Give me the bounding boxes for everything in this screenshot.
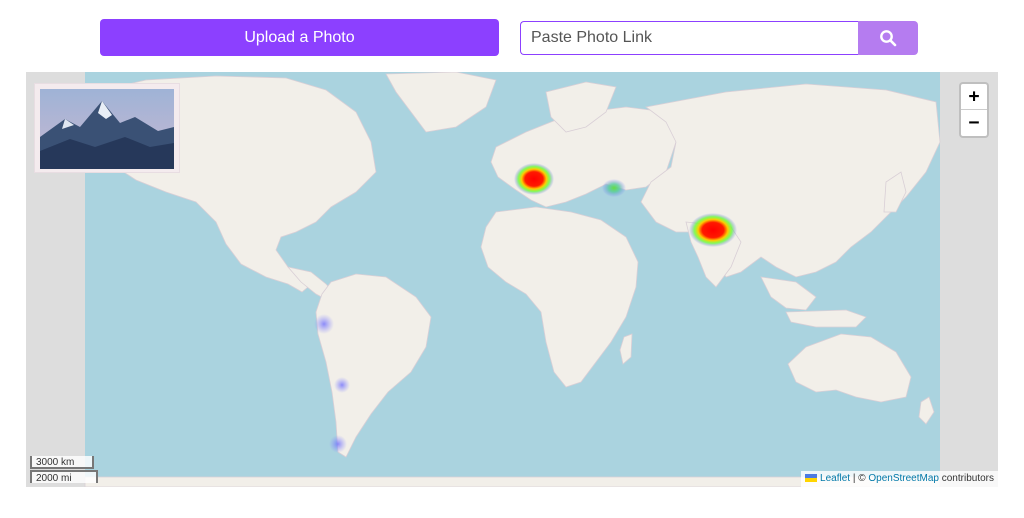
zoom-out-button[interactable]: −	[961, 110, 987, 136]
ukraine-flag-icon	[805, 474, 818, 483]
scale-km: 3000 km	[30, 456, 94, 469]
world-map[interactable]: + − 3000 km 2000 mi Leaflet | © OpenStre…	[26, 72, 998, 487]
attribution-separator: | ©	[852, 473, 866, 484]
zoom-control: + −	[959, 82, 989, 138]
mountain-photo-icon	[40, 89, 174, 169]
heatmap-hotspot-patagonia	[329, 435, 347, 453]
upload-photo-button[interactable]: Upload a Photo	[100, 19, 499, 56]
heatmap-hotspot-himalaya	[689, 213, 737, 247]
photo-link-form	[520, 21, 918, 55]
scale-bar: 3000 km 2000 mi	[30, 456, 98, 484]
uploaded-photo-thumbnail	[34, 83, 180, 173]
leaflet-link[interactable]: Leaflet	[820, 473, 850, 484]
zoom-in-button[interactable]: +	[961, 84, 987, 110]
heatmap-hotspot-chile	[334, 377, 350, 393]
toolbar: Upload a Photo	[0, 0, 1024, 72]
openstreetmap-link[interactable]: OpenStreetMap	[868, 473, 939, 484]
search-icon	[880, 30, 897, 47]
attribution-suffix: contributors	[941, 473, 994, 484]
scale-mi: 2000 mi	[30, 470, 98, 484]
photo-link-input[interactable]	[520, 21, 858, 55]
heatmap-hotspot-western-europe	[514, 163, 554, 195]
search-button[interactable]	[858, 21, 918, 55]
heatmap-hotspot-peru	[314, 314, 334, 334]
heatmap-hotspot-caucasus	[602, 179, 626, 197]
map-attribution: Leaflet | © OpenStreetMap contributors	[801, 471, 998, 487]
